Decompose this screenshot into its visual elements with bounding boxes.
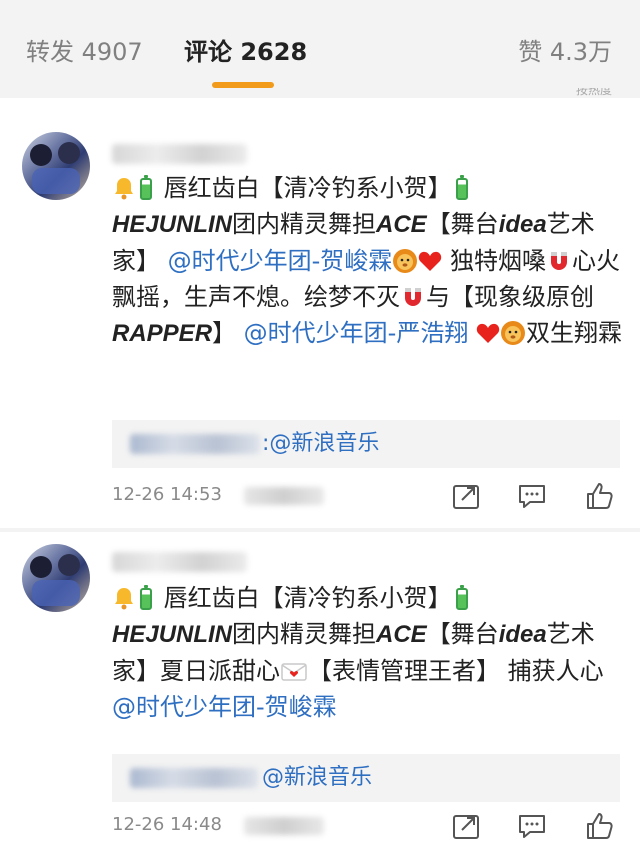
battery-icon	[455, 175, 468, 200]
like-icon[interactable]	[584, 480, 616, 512]
text-segment: 与【现象级原创	[426, 283, 594, 311]
text-segment: ACE	[376, 211, 427, 238]
text-segment: 【表情管理王者】 捕获人心	[308, 657, 604, 685]
battery-icon	[455, 585, 468, 610]
battery-icon	[140, 585, 152, 610]
sort-hint[interactable]: 按热度	[576, 88, 612, 98]
text-segment: 双生翔霖	[525, 319, 622, 347]
text-segment: 【舞台	[426, 210, 499, 238]
comment-text: 唇红齿白【清冷钓系小贺】 HEJUNLIN团内精灵舞担ACE【舞台idea艺术家…	[112, 580, 622, 725]
comment-icon[interactable]	[516, 480, 548, 512]
text-segment: HEJUNLIN	[112, 621, 233, 648]
love-letter-icon	[281, 663, 307, 681]
text-segment: 【舞台	[426, 620, 499, 648]
quote-user-blurred	[130, 768, 258, 788]
share-icon[interactable]	[450, 480, 482, 512]
comment-meta: 12-26 14:48	[112, 808, 622, 848]
share-icon[interactable]	[450, 810, 482, 842]
quote-user-blurred	[130, 434, 260, 454]
comment-text: 唇红齿白【清冷钓系小贺】 HEJUNLIN团内精灵舞担ACE【舞台idea艺术家…	[112, 170, 622, 352]
comment-card: 唇红齿白【清冷钓系小贺】 HEJUNLIN团内精灵舞担ACE【舞台idea艺术家…	[0, 98, 640, 528]
mention-link[interactable]: @时代少年团-严浩翔	[244, 319, 469, 347]
comment-tabs: 转发 4907 评论 2628 赞 4.3万 按热度	[0, 0, 640, 96]
text-segment: RAPPER	[112, 320, 213, 347]
lion-icon	[500, 321, 525, 345]
magnet-icon	[550, 252, 567, 270]
comment-meta: 12-26 14:53	[112, 478, 622, 518]
location-blurred	[244, 487, 324, 505]
heart-icon	[476, 323, 500, 343]
mention-link[interactable]: @时代少年团-贺峻霖	[168, 247, 393, 275]
text-segment: 团内精灵舞担	[232, 620, 377, 648]
text-segment: 唇红齿白【清冷钓系小贺】	[163, 584, 452, 612]
lion-icon	[393, 249, 418, 273]
text-segment: idea	[498, 621, 547, 648]
text-segment: 唇红齿白【清冷钓系小贺】	[163, 174, 452, 202]
text-segment: HEJUNLIN	[112, 211, 233, 238]
avatar[interactable]	[22, 132, 90, 200]
comment-time: 12-26 14:48	[112, 814, 222, 835]
active-tab-indicator	[212, 82, 274, 88]
like-icon[interactable]	[584, 810, 616, 842]
tab-comments[interactable]: 评论 2628	[184, 36, 307, 68]
text-segment: 团内精灵舞担	[232, 210, 377, 238]
source-link[interactable]: @新浪音乐	[262, 762, 372, 794]
battery-icon	[140, 175, 152, 200]
location-blurred	[244, 817, 324, 835]
comment-icon[interactable]	[516, 810, 548, 842]
source-quote[interactable]: @新浪音乐	[112, 754, 620, 802]
text-segment: idea	[498, 211, 547, 238]
bell-icon	[115, 588, 133, 610]
comment-card: 唇红齿白【清冷钓系小贺】 HEJUNLIN团内精灵舞担ACE【舞台idea艺术家…	[0, 532, 640, 853]
username-blurred[interactable]	[112, 144, 247, 164]
comment-time: 12-26 14:53	[112, 484, 222, 505]
source-link[interactable]: :@新浪音乐	[262, 428, 379, 460]
mention-link[interactable]: @时代少年团-贺峻霖	[112, 693, 337, 721]
tab-likes[interactable]: 赞 4.3万	[518, 36, 612, 68]
tab-forward[interactable]: 转发 4907	[26, 36, 143, 68]
text-segment: ACE	[376, 621, 427, 648]
avatar[interactable]	[22, 544, 90, 612]
source-quote[interactable]: :@新浪音乐	[112, 420, 620, 468]
text-segment: 】	[212, 319, 237, 347]
magnet-icon	[405, 288, 421, 306]
bell-icon	[115, 178, 133, 200]
heart-icon	[419, 251, 442, 271]
username-blurred[interactable]	[112, 552, 247, 572]
text-segment: 独特烟嗓	[442, 247, 546, 275]
